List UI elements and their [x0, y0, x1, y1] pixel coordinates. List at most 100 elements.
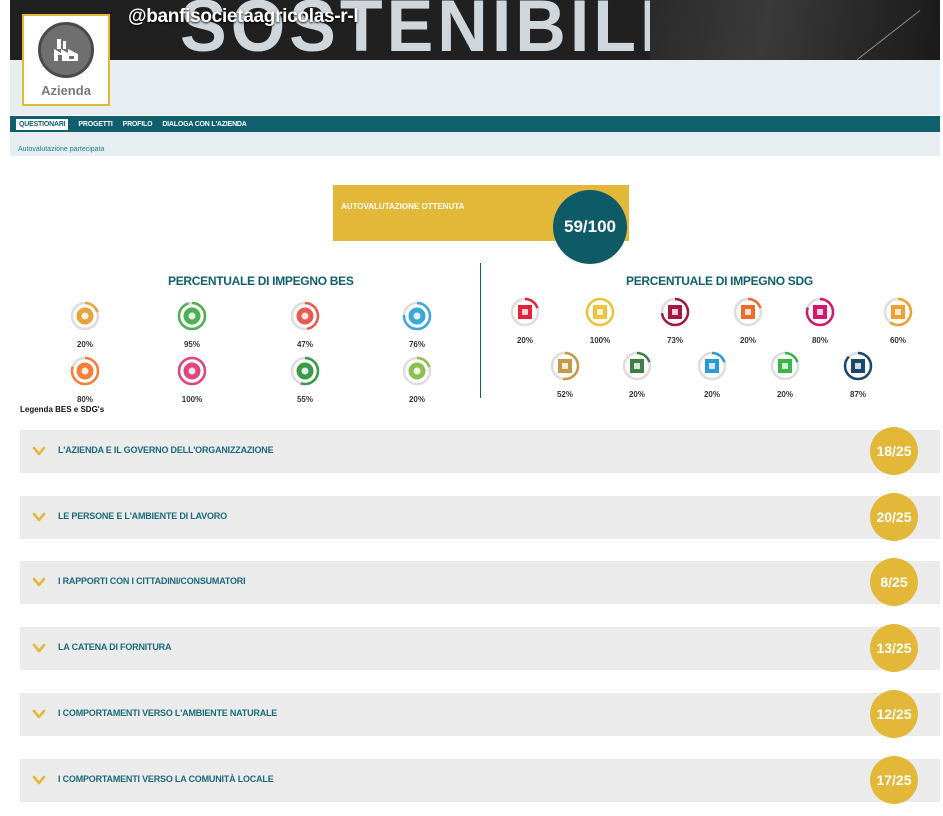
section-score-badge: 13/25	[870, 624, 918, 672]
indicator: 20%	[65, 300, 105, 349]
indicator: 55%	[285, 355, 325, 404]
indicator: 100%	[580, 296, 620, 345]
bes-politics-icon	[177, 356, 207, 386]
section-score: 18/25	[876, 443, 912, 459]
indicator: 20%	[692, 350, 732, 399]
indicator: 100%	[172, 355, 212, 404]
indicator-percent: 20%	[703, 390, 720, 399]
section-title: LE PERSONE E L'AMBIENTE DI LAVORO	[58, 511, 227, 521]
sdg-title: PERCENTUALE DI IMPEGNO SDG	[626, 274, 813, 288]
section-title: I COMPORTAMENTI VERSO LA COMUNITÀ LOCALE	[58, 774, 274, 784]
indicator: 52%	[545, 350, 585, 399]
main-nav: QUESTIONARI PROGETTI PROFILO DIALOGA CON…	[10, 116, 940, 132]
tab-profilo[interactable]: PROFILO	[123, 121, 153, 128]
section-score-badge: 8/25	[870, 558, 918, 606]
section-score-badge: 17/25	[870, 756, 918, 804]
indicator: 20%	[397, 355, 437, 404]
sdg-5-icon	[805, 297, 835, 327]
sdg-9-icon	[697, 351, 727, 381]
accordion-section[interactable]: I RAPPORTI CON I CITTADINI/CONSUMATORI 8/…	[20, 558, 940, 606]
indicator: 20%	[505, 296, 545, 345]
indicator: 20%	[617, 350, 657, 399]
accordion-section[interactable]: LE PERSONE E L'AMBIENTE DI LAVORO 20/25	[20, 493, 940, 541]
sdg-7-icon	[550, 351, 580, 381]
indicator: 80%	[800, 296, 840, 345]
tab-progetti[interactable]: PROGETTI	[78, 121, 112, 128]
indicator-percent: 100%	[181, 395, 203, 404]
section-score: 17/25	[876, 772, 912, 788]
section-score: 12/25	[876, 706, 912, 722]
indicator: 87%	[838, 350, 878, 399]
page: SOSTENIBILE @banfisocietaagricolas-r-l A…	[0, 0, 943, 816]
bes-work-icon	[290, 301, 320, 331]
bes-research-icon	[402, 356, 432, 386]
bes-relations-icon	[70, 356, 100, 386]
indicator: 80%	[65, 355, 105, 404]
section-title: I COMPORTAMENTI VERSO L'AMBIENTE NATURAL…	[58, 708, 278, 718]
bes-environment-icon	[290, 356, 320, 386]
chevron-down-icon[interactable]	[32, 773, 46, 787]
sdg-6-icon	[883, 297, 913, 327]
chevron-down-icon[interactable]	[32, 444, 46, 458]
section-divider	[480, 263, 481, 398]
indicator: 60%	[878, 296, 918, 345]
sdg-2-icon	[585, 297, 615, 327]
section-score-badge: 18/25	[870, 427, 918, 475]
indicator-percent: 20%	[408, 395, 425, 404]
subnav-link[interactable]: Autovalutazione partecipata	[18, 146, 104, 153]
company-avatar[interactable]: Azienda	[22, 14, 110, 106]
indicator-percent: 73%	[666, 336, 683, 345]
bes-wellbeing-icon	[402, 301, 432, 331]
section-score: 20/25	[876, 509, 912, 525]
chevron-down-icon[interactable]	[32, 641, 46, 655]
indicator-percent: 20%	[516, 336, 533, 345]
indicator-percent: 20%	[739, 336, 756, 345]
indicator-percent: 20%	[776, 390, 793, 399]
sdg-1-icon	[510, 297, 540, 327]
section-title: LA CATENA DI FORNITURA	[58, 642, 172, 652]
indicator-percent: 20%	[628, 390, 645, 399]
indicator-percent: 76%	[408, 340, 425, 349]
sdg-8-icon	[622, 351, 652, 381]
bes-health-icon	[70, 301, 100, 331]
indicator-percent: 60%	[889, 336, 906, 345]
indicator-percent: 20%	[76, 340, 93, 349]
section-score: 13/25	[876, 640, 912, 656]
score-label: AUTOVALUTAZIONE OTTENUTA	[341, 202, 465, 211]
indicator-percent: 100%	[589, 336, 611, 345]
header-banner: SOSTENIBILE @banfisocietaagricolas-r-l	[10, 0, 940, 60]
factory-icon	[38, 22, 94, 78]
accordion-section[interactable]: I COMPORTAMENTI VERSO L'AMBIENTE NATURAL…	[20, 690, 940, 738]
chevron-down-icon[interactable]	[32, 510, 46, 524]
avatar-label: Azienda	[41, 83, 91, 98]
indicator-percent: 95%	[183, 340, 200, 349]
sdg-4-icon	[733, 297, 763, 327]
sdg-3-icon	[660, 297, 690, 327]
accordion-section[interactable]: L'AZIENDA E IL GOVERNO DELL'ORGANIZZAZIO…	[20, 427, 940, 475]
indicator: 20%	[765, 350, 805, 399]
legend-link[interactable]: Legenda BES e SDG's	[20, 405, 104, 414]
section-score-badge: 12/25	[870, 690, 918, 738]
indicator-percent: 87%	[849, 390, 866, 399]
section-score-badge: 20/25	[870, 493, 918, 541]
indicator-percent: 80%	[76, 395, 93, 404]
indicator-percent: 55%	[296, 395, 313, 404]
chevron-down-icon[interactable]	[32, 575, 46, 589]
section-score: 8/25	[880, 574, 908, 590]
chevron-down-icon[interactable]	[32, 707, 46, 721]
tab-questionari[interactable]: QUESTIONARI	[16, 118, 69, 130]
indicator: 73%	[655, 296, 695, 345]
accordion-section[interactable]: I COMPORTAMENTI VERSO LA COMUNITÀ LOCALE…	[20, 756, 940, 804]
bes-education-icon	[177, 301, 207, 331]
accordion-section[interactable]: LA CATENA DI FORNITURA 13/25	[20, 624, 940, 672]
score-badge: 59/100	[553, 190, 627, 264]
section-title: I RAPPORTI CON I CITTADINI/CONSUMATORI	[58, 576, 246, 586]
indicator: 95%	[172, 300, 212, 349]
sdg-10-icon	[770, 351, 800, 381]
section-title: L'AZIENDA E IL GOVERNO DELL'ORGANIZZAZIO…	[58, 445, 274, 455]
tab-dialoga[interactable]: DIALOGA CON L'AZIENDA	[162, 121, 247, 128]
indicator: 20%	[728, 296, 768, 345]
indicator: 47%	[285, 300, 325, 349]
bes-title: PERCENTUALE DI IMPEGNO BES	[168, 274, 354, 288]
sdg-11-icon	[843, 351, 873, 381]
